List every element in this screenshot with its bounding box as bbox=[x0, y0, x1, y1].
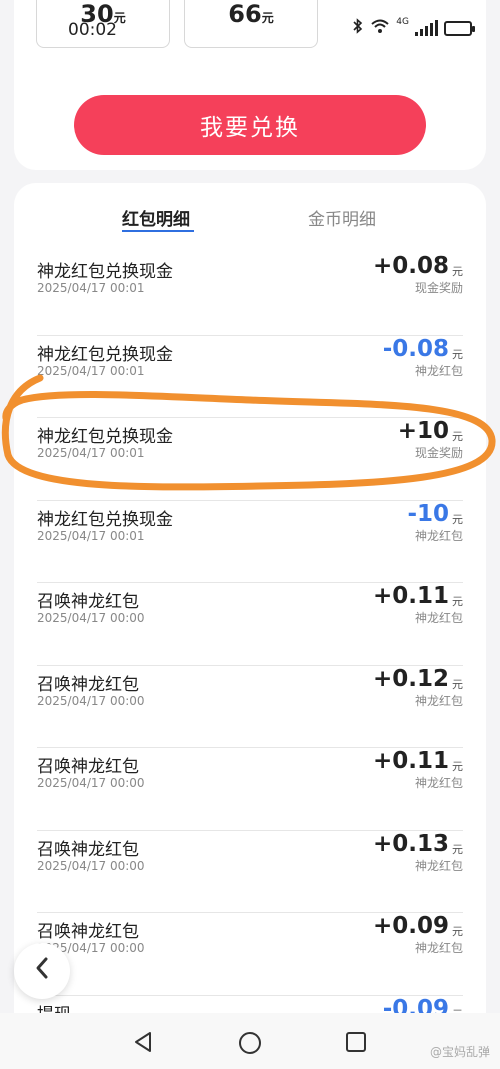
record-date: 2025/04/17 00:01 bbox=[37, 363, 145, 378]
record-row[interactable]: 神龙红包兑换现金 2025/04/17 00:01 -0.08 元神龙红包 bbox=[37, 335, 463, 418]
circle-home-icon[interactable] bbox=[238, 1031, 262, 1059]
record-unit: 元 bbox=[452, 512, 463, 526]
record-title: 召唤神龙红包 bbox=[37, 592, 139, 612]
record-amount: -10 bbox=[407, 500, 449, 527]
record-row[interactable]: 召唤神龙红包 2025/04/17 00:00 +0.11 元神龙红包 bbox=[37, 583, 463, 666]
record-unit: 元 bbox=[452, 595, 463, 608]
triangle-back-icon[interactable] bbox=[132, 1031, 154, 1057]
redeem-button[interactable]: 我要兑换 bbox=[74, 95, 426, 155]
record-row[interactable]: 召唤神龙红包 2025/04/17 00:00 +0.13 元神龙红包 bbox=[37, 830, 463, 913]
record-date: 2025/04/17 00:00 bbox=[37, 611, 145, 625]
record-title: 召唤神龙红包 bbox=[37, 922, 139, 942]
wifi-icon bbox=[370, 18, 390, 38]
record-unit: 元 bbox=[452, 430, 463, 443]
record-row[interactable]: 召唤神龙红包 2025/04/17 00:00 +0.11 元神龙红包 bbox=[37, 748, 463, 831]
record-tag: 神龙红包 bbox=[414, 858, 463, 873]
record-title: 神龙红包兑换现金 bbox=[37, 344, 173, 365]
battery-icon bbox=[444, 20, 475, 36]
tab-red-packet[interactable]: 红包明细 bbox=[122, 205, 190, 230]
record-tag: 神龙红包 bbox=[414, 941, 463, 955]
record-tag: 神龙红包 bbox=[414, 693, 463, 708]
records-list: 神龙红包兑换现金 2025/04/17 00:01 +0.08 元现金奖励 神龙红包兑换… bbox=[14, 253, 486, 1043]
signal-icon bbox=[415, 20, 438, 36]
record-unit: 元 bbox=[452, 347, 463, 361]
record-row[interactable]: 神龙红包兑换现金 2025/04/17 00:01 -10 元神龙红包 bbox=[37, 500, 463, 583]
record-amount: +0.08 bbox=[372, 253, 449, 279]
amount-value: 66 bbox=[228, 0, 262, 28]
square-recent-icon[interactable] bbox=[345, 1031, 367, 1057]
record-amount: +0.11 bbox=[372, 748, 449, 774]
network-type: 4G bbox=[396, 17, 409, 27]
record-date: 2025/04/17 00:00 bbox=[37, 776, 145, 790]
record-amount: +0.12 bbox=[372, 665, 449, 692]
record-unit: 元 bbox=[452, 842, 463, 856]
tab-gold-coin[interactable]: 金币明细 bbox=[308, 205, 376, 230]
record-amount: +0.13 bbox=[372, 830, 449, 857]
status-icons: 4G bbox=[352, 17, 475, 38]
record-tag: 神龙红包 bbox=[414, 611, 463, 625]
status-time: 00:02 bbox=[68, 20, 117, 40]
record-tag: 现金奖励 bbox=[414, 446, 463, 460]
amount-box-66: 66元 bbox=[184, 0, 318, 48]
back-fab[interactable] bbox=[14, 943, 70, 999]
tab-indicator bbox=[122, 230, 194, 232]
record-title: 召唤神龙红包 bbox=[37, 757, 139, 777]
record-date: 2025/04/17 00:00 bbox=[37, 693, 145, 708]
record-title: 神龙红包兑换现金 bbox=[37, 427, 173, 447]
record-amount: +10 bbox=[397, 418, 449, 444]
record-title: 召唤神龙红包 bbox=[37, 839, 139, 860]
record-date: 2025/04/17 00:01 bbox=[37, 281, 145, 295]
record-row[interactable]: 神龙红包兑换现金 2025/04/17 00:01 +10 元现金奖励 bbox=[37, 418, 463, 501]
record-title: 召唤神龙红包 bbox=[37, 674, 139, 695]
record-tag: 神龙红包 bbox=[414, 528, 463, 543]
record-title: 神龙红包兑换现金 bbox=[37, 509, 173, 530]
record-date: 2025/04/17 00:00 bbox=[37, 858, 145, 873]
record-amount: -0.08 bbox=[382, 335, 449, 362]
record-tag: 现金奖励 bbox=[414, 281, 463, 295]
tab-bar: 红包明细 金币明细 bbox=[14, 183, 486, 245]
bluetooth-icon bbox=[352, 18, 364, 38]
system-nav-bar: @宝妈乱弹 bbox=[0, 1013, 500, 1069]
record-title: 神龙红包兑换现金 bbox=[37, 262, 173, 282]
record-tag: 神龙红包 bbox=[414, 776, 463, 790]
record-amount: +0.09 bbox=[372, 913, 449, 939]
record-row[interactable]: 神龙红包兑换现金 2025/04/17 00:01 +0.08 元现金奖励 bbox=[37, 253, 463, 336]
record-row[interactable]: 召唤神龙红包 2025/04/17 00:00 +0.09 元神龙红包 bbox=[37, 913, 463, 996]
amount-unit: 元 bbox=[261, 11, 274, 25]
record-unit: 元 bbox=[452, 677, 463, 691]
record-row[interactable]: 召唤神龙红包 2025/04/17 00:00 +0.12 元神龙红包 bbox=[37, 665, 463, 748]
records-card: 红包明细 金币明细 神龙红包兑换现金 2025/04/17 00:01 +0.08 元… bbox=[14, 183, 486, 1043]
record-unit: 元 bbox=[452, 760, 463, 773]
record-unit: 元 bbox=[452, 265, 463, 278]
record-date: 2025/04/17 00:01 bbox=[37, 446, 145, 460]
record-unit: 元 bbox=[452, 925, 463, 938]
watermark: @宝妈乱弹 bbox=[429, 1045, 490, 1059]
record-tag: 神龙红包 bbox=[414, 363, 463, 378]
record-amount: +0.11 bbox=[372, 583, 449, 609]
record-date: 2025/04/17 00:01 bbox=[37, 528, 145, 543]
chevron-left-icon bbox=[33, 956, 51, 987]
